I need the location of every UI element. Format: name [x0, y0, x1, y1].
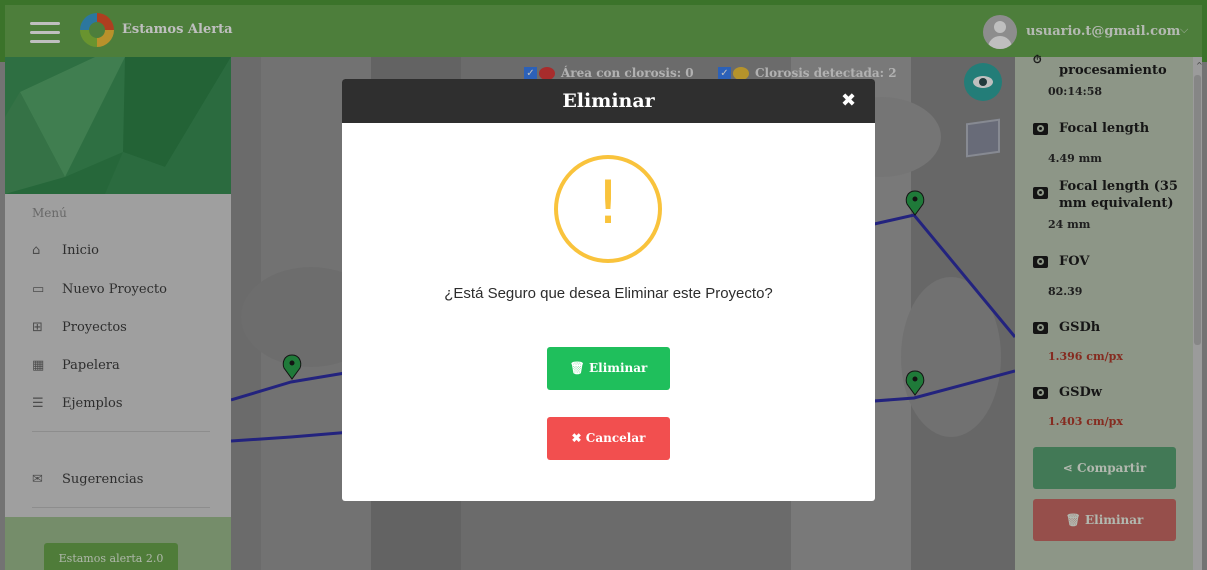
confirm-question: ¿Está Seguro que desea Eliminar este Pro…	[444, 285, 773, 302]
modal-header: Eliminar ✖	[342, 79, 875, 123]
modal-title: Eliminar	[562, 90, 655, 112]
exclamation-mark: !	[595, 168, 621, 238]
confirm-delete-button[interactable]: 🗑 Eliminar	[547, 347, 670, 390]
warning-icon: !	[554, 155, 662, 263]
close-icon[interactable]: ✖	[841, 90, 856, 111]
cancel-button[interactable]: ✖ Cancelar	[547, 417, 670, 460]
delete-confirm-modal: Eliminar ✖ ! ¿Está Seguro que desea Elim…	[342, 79, 875, 501]
